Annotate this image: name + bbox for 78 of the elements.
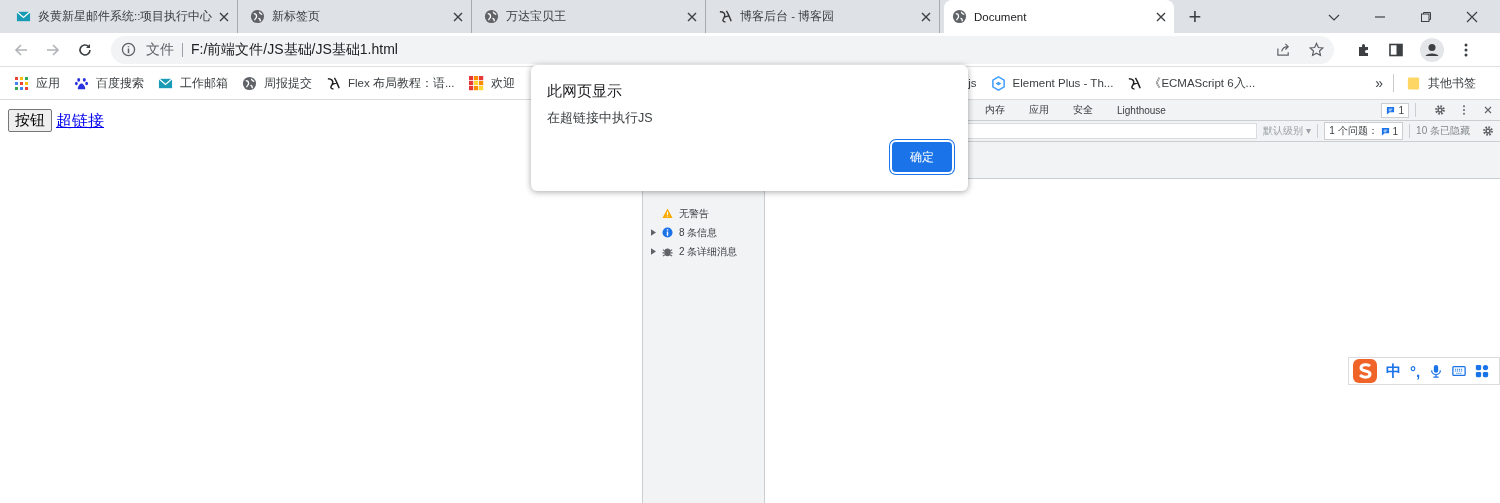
page-button[interactable]: 按钮	[8, 109, 52, 132]
restore-icon[interactable]	[1420, 10, 1432, 23]
expand-triangle-icon[interactable]	[651, 229, 656, 236]
expand-triangle-icon[interactable]	[651, 248, 656, 255]
close-icon[interactable]	[453, 11, 463, 22]
profile-avatar-icon[interactable]	[1420, 37, 1444, 62]
brush-stroke-icon	[326, 75, 341, 91]
apps-grid-icon	[14, 75, 29, 91]
settings-icon[interactable]	[1434, 104, 1446, 116]
bookmark-item[interactable]: 《ECMAScript 6入...	[1127, 75, 1256, 91]
dialog-title: 此网页显示	[547, 82, 623, 101]
settings-icon[interactable]	[1482, 125, 1494, 137]
bookmark-item[interactable]: 周报提交	[242, 75, 312, 91]
brush-stroke-icon	[718, 9, 733, 24]
devtools-tab[interactable]: 内存	[985, 103, 1005, 117]
browser-tab[interactable]: 新标签页	[242, 0, 472, 33]
close-icon[interactable]	[1482, 104, 1494, 116]
more-bookmarks-button[interactable]: »	[1369, 75, 1389, 91]
close-icon[interactable]	[219, 11, 229, 22]
bug-icon	[662, 246, 673, 257]
browser-tab[interactable]: 炎黄新星邮件系统::项目执行中心	[8, 0, 238, 33]
keyboard-icon[interactable]	[1452, 364, 1467, 378]
bookmark-item[interactable]: 工作邮箱	[158, 75, 228, 91]
info-icon	[121, 42, 136, 57]
envelope-icon	[16, 9, 31, 24]
warning-icon	[662, 208, 673, 219]
issues-badge[interactable]: 1	[1381, 102, 1409, 118]
globe-icon	[250, 9, 265, 24]
microphone-icon[interactable]	[1429, 364, 1444, 378]
new-tab-button[interactable]: +	[1180, 0, 1210, 33]
color-tiles-icon	[468, 75, 484, 91]
hyperlink[interactable]: 超链接	[56, 111, 104, 132]
message-filter-item[interactable]: 无警告	[643, 204, 764, 223]
close-icon[interactable]	[687, 11, 697, 22]
ok-button[interactable]: 确定	[892, 142, 952, 172]
side-panel-icon[interactable]	[1388, 41, 1404, 58]
brush-stroke-icon	[1127, 75, 1143, 91]
devtools-tab[interactable]: 安全	[1073, 103, 1093, 117]
reload-icon[interactable]	[77, 41, 93, 58]
hidden-count-label: 10 条已隐藏	[1416, 124, 1470, 138]
s-logo-icon[interactable]	[1353, 359, 1377, 383]
info-icon	[662, 227, 673, 238]
scheme-label: 文件	[146, 40, 174, 59]
issues-button[interactable]: 1 个问题： 1	[1324, 122, 1404, 140]
url-text: F:/前端文件/JS基础/JS基础1.html	[191, 40, 398, 59]
address-bar[interactable]: 文件 F:/前端文件/JS基础/JS基础1.html	[111, 35, 1334, 64]
globe-icon	[952, 9, 967, 24]
message-icon	[1380, 126, 1390, 136]
bookmark-item[interactable]: js	[968, 77, 977, 89]
browser-tab[interactable]: 博客后台 - 博客园	[710, 0, 940, 33]
hexagon-icon	[990, 75, 1006, 91]
punctuation-toggle[interactable]: °,	[1410, 362, 1421, 380]
globe-icon	[242, 75, 257, 91]
dialog-message: 在超链接中执行JS	[547, 110, 654, 127]
close-icon[interactable]	[1466, 10, 1478, 23]
globe-icon	[484, 9, 499, 24]
close-icon[interactable]	[921, 11, 931, 22]
bookmark-item[interactable]: Element Plus - Th...	[990, 75, 1114, 91]
star-icon[interactable]	[1309, 42, 1324, 57]
browser-tab[interactable]: Document	[944, 0, 1174, 33]
browser-tab[interactable]: 万达宝贝王	[476, 0, 706, 33]
share-icon[interactable]	[1276, 42, 1291, 57]
envelope-icon	[158, 75, 173, 91]
paw-icon	[74, 75, 89, 91]
bookmark-item[interactable]: 百度搜索	[74, 75, 144, 91]
bookmark-folder[interactable]: 其他书签	[1406, 75, 1476, 91]
folder-icon	[1406, 75, 1421, 91]
bookmark-item[interactable]: Flex 布局教程：语...	[326, 75, 455, 91]
message-filter-item[interactable]: 2 条详细消息	[643, 242, 764, 261]
bookmark-item[interactable]: 欢迎	[468, 75, 515, 91]
bookmark-item[interactable]: 应用	[14, 75, 60, 91]
devtools-tab[interactable]: 应用	[1029, 103, 1049, 117]
input-mode-toggle[interactable]: 中	[1386, 361, 1401, 381]
message-filter-item[interactable]: 8 条信息	[643, 223, 764, 242]
devtools-tab[interactable]: Lighthouse	[1117, 104, 1166, 116]
close-icon[interactable]	[1156, 11, 1166, 22]
message-icon	[1386, 105, 1396, 115]
grid-icon[interactable]	[1475, 364, 1490, 378]
